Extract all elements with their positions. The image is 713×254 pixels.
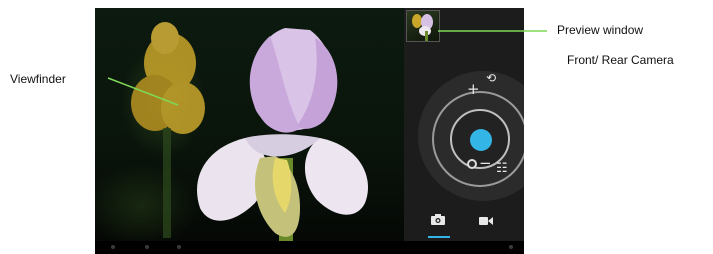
camera-control-panel: + ⟲ − ☷ <box>404 8 524 241</box>
active-mode-indicator <box>428 236 450 238</box>
iris-flower-photo <box>131 22 368 241</box>
back-icon[interactable] <box>111 245 115 249</box>
viewfinder[interactable] <box>95 8 404 241</box>
camera-icon[interactable] <box>431 214 445 225</box>
front-rear-switch-icon[interactable]: ⟲ <box>486 72 496 84</box>
menu-icon[interactable] <box>509 245 513 249</box>
preview-thumbnail-image <box>412 14 433 41</box>
sliders-icon[interactable]: ☷ <box>496 162 508 175</box>
preview-window-label: Preview window <box>557 23 644 37</box>
home-icon[interactable] <box>145 245 149 249</box>
plus-icon[interactable]: + <box>467 82 480 97</box>
front-rear-camera-label: Front/ Rear Camera <box>567 53 674 67</box>
recent-apps-icon[interactable] <box>177 245 181 249</box>
preview-window[interactable] <box>406 10 440 42</box>
shutter-button[interactable] <box>470 129 492 151</box>
zoom-knob[interactable] <box>467 159 477 169</box>
tablet-screen: + ⟲ − ☷ <box>95 8 524 254</box>
background-yellow-flower <box>131 22 205 134</box>
viewfinder-label: Viewfinder <box>10 72 66 86</box>
minus-icon[interactable]: − <box>479 156 492 171</box>
navigation-bar <box>95 241 524 254</box>
video-camera-icon[interactable] <box>479 216 493 226</box>
